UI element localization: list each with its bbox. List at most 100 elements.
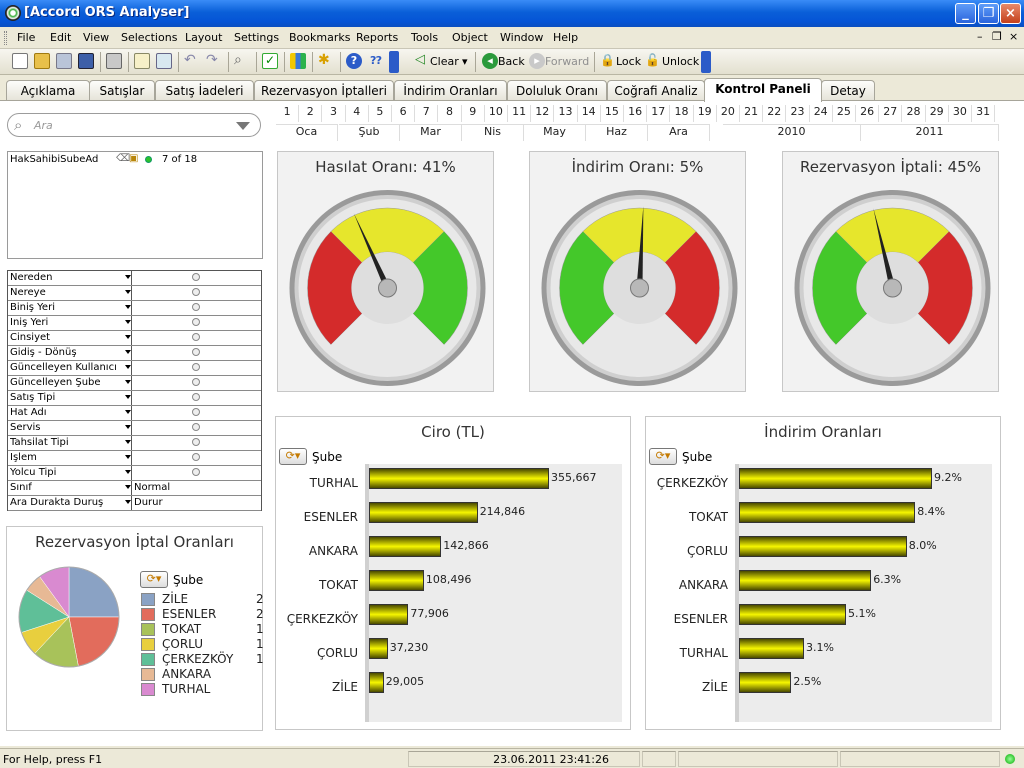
- back-icon[interactable]: ◂: [482, 53, 498, 69]
- menu-object[interactable]: Object: [452, 31, 488, 44]
- tools-icon[interactable]: ✱: [318, 53, 334, 69]
- calendar-day[interactable]: 10: [484, 105, 508, 122]
- menu-file[interactable]: File: [17, 31, 35, 44]
- menu-tools[interactable]: Tools: [411, 31, 438, 44]
- bar[interactable]: [739, 468, 932, 489]
- calendar-month[interactable]: Mar: [400, 124, 462, 141]
- lock-field-icon[interactable]: ▣: [129, 153, 138, 164]
- bar[interactable]: [369, 570, 424, 591]
- checkbox-icon[interactable]: ✓: [262, 53, 278, 69]
- back-button[interactable]: Back: [498, 55, 525, 68]
- filter-value[interactable]: [131, 466, 263, 480]
- unlock-icon[interactable]: 🔓: [645, 53, 661, 69]
- minimize-button[interactable]: _: [955, 3, 976, 24]
- maximize-button[interactable]: ❐: [978, 3, 999, 24]
- filter-value[interactable]: [131, 436, 263, 450]
- new-icon[interactable]: [12, 53, 28, 69]
- legend-label[interactable]: ÇERKEZKÖY: [162, 652, 233, 666]
- calendar-day[interactable]: 11: [508, 105, 532, 122]
- menu-settings[interactable]: Settings: [234, 31, 279, 44]
- forward-icon[interactable]: ▸: [529, 53, 545, 69]
- calendar-day[interactable]: 23: [786, 105, 810, 122]
- legend-label[interactable]: TURHAL: [162, 682, 210, 696]
- filter-row[interactable]: Hat Adı: [8, 406, 261, 421]
- reload-icon[interactable]: [56, 53, 72, 69]
- calendar-day[interactable]: 8: [438, 105, 462, 122]
- tab-rezervasyon-iptalleri[interactable]: Rezervasyon İptalleri: [254, 80, 394, 100]
- title-bar[interactable]: [Accord ORS Analyser] _ ❐ ×: [0, 0, 1024, 27]
- filter-value[interactable]: [131, 376, 263, 390]
- cycle-dimension-button[interactable]: ⟳▾: [649, 448, 677, 465]
- calendar-day[interactable]: 18: [670, 105, 694, 122]
- calendar-month[interactable]: May: [524, 124, 586, 141]
- filter-value[interactable]: [131, 301, 263, 315]
- bar[interactable]: [739, 604, 846, 625]
- forward-button[interactable]: Forward: [545, 55, 589, 68]
- tab-satislar[interactable]: Satışlar: [89, 80, 155, 100]
- clear-icon[interactable]: ◁: [415, 53, 431, 69]
- filter-row[interactable]: Ara Durakta Duruş Durur: [8, 496, 261, 511]
- tab-cografi-analiz[interactable]: Coğrafi Analiz: [607, 80, 705, 100]
- context-help-icon[interactable]: ⁇: [368, 53, 384, 69]
- filter-value[interactable]: [131, 406, 263, 420]
- tab-satis-iadeleri[interactable]: Satış İadeleri: [155, 80, 254, 100]
- bar[interactable]: [369, 672, 384, 693]
- search-dropdown-icon[interactable]: [236, 122, 250, 130]
- filter-row[interactable]: Satış Tipi: [8, 391, 261, 406]
- open-folder-icon[interactable]: [34, 53, 50, 69]
- tab-doluluk-orani[interactable]: Doluluk Oranı: [507, 80, 607, 100]
- calendar-day[interactable]: 27: [879, 105, 903, 122]
- print-icon[interactable]: [106, 53, 122, 69]
- calendar-day[interactable]: 21: [740, 105, 764, 122]
- menu-layout[interactable]: Layout: [185, 31, 222, 44]
- branch-listbox[interactable]: HakSahibiSubeAd ⌫ ▣ 7 of 18: [7, 151, 263, 259]
- filter-value[interactable]: Normal: [131, 481, 263, 495]
- filter-value[interactable]: [131, 361, 263, 375]
- filter-value[interactable]: [131, 331, 263, 345]
- cycle-dimension-button[interactable]: ⟳▾: [279, 448, 307, 465]
- clear-button[interactable]: Clear: [430, 55, 459, 68]
- search-box[interactable]: ⌕ Ara: [7, 113, 261, 137]
- calendar-day[interactable]: 1: [276, 105, 300, 122]
- filter-row[interactable]: Nereye: [8, 286, 261, 301]
- filter-value[interactable]: Durur: [131, 496, 263, 510]
- calendar-day[interactable]: 3: [322, 105, 346, 122]
- calendar-day[interactable]: 28: [902, 105, 926, 122]
- calendar-day[interactable]: 16: [624, 105, 648, 122]
- app-icon[interactable]: [5, 5, 21, 21]
- calendar-day[interactable]: 4: [345, 105, 369, 122]
- calendar-day[interactable]: 25: [832, 105, 856, 122]
- close-button[interactable]: ×: [1000, 3, 1021, 24]
- filter-row[interactable]: Güncelleyen Şube: [8, 376, 261, 391]
- toolbar-overflow-icon[interactable]: [389, 51, 399, 73]
- filter-row[interactable]: Güncelleyen Kullanıcı: [8, 361, 261, 376]
- lock-button[interactable]: Lock: [616, 55, 641, 68]
- clear-dropdown-icon[interactable]: ▾: [462, 55, 468, 68]
- menu-window[interactable]: Window: [500, 31, 543, 44]
- calendar-month[interactable]: Nis: [462, 124, 524, 141]
- filter-row[interactable]: Tahsilat Tipi: [8, 436, 261, 451]
- cycle-dimension-button[interactable]: ⟳▾: [140, 571, 168, 588]
- calendar-month[interactable]: Şub: [339, 124, 400, 141]
- pie-chart[interactable]: [14, 562, 124, 672]
- bar[interactable]: [739, 638, 804, 659]
- calendar-day[interactable]: 6: [392, 105, 416, 122]
- bar[interactable]: [739, 570, 872, 591]
- filter-row[interactable]: Cinsiyet: [8, 331, 261, 346]
- mdi-minimize-button[interactable]: –: [977, 30, 983, 43]
- chart-icon[interactable]: [290, 53, 306, 69]
- bar[interactable]: [369, 468, 549, 489]
- menu-bookmarks[interactable]: Bookmarks: [289, 31, 350, 44]
- filter-value[interactable]: [131, 316, 263, 330]
- search-input[interactable]: Ara: [34, 119, 53, 132]
- menu-reports[interactable]: Reports: [356, 31, 398, 44]
- calendar-day[interactable]: 14: [577, 105, 601, 122]
- calendar-year[interactable]: 2011: [861, 124, 999, 141]
- filter-row[interactable]: Yolcu Tipi: [8, 466, 261, 481]
- toolbar-overflow-icon[interactable]: [701, 51, 711, 73]
- filter-row[interactable]: Gidiş - Dönüş: [8, 346, 261, 361]
- tab-aciklama[interactable]: Açıklama: [6, 80, 90, 100]
- calendar-day[interactable]: 2: [299, 105, 323, 122]
- menu-selections[interactable]: Selections: [121, 31, 177, 44]
- legend-label[interactable]: ESENLER: [162, 607, 216, 621]
